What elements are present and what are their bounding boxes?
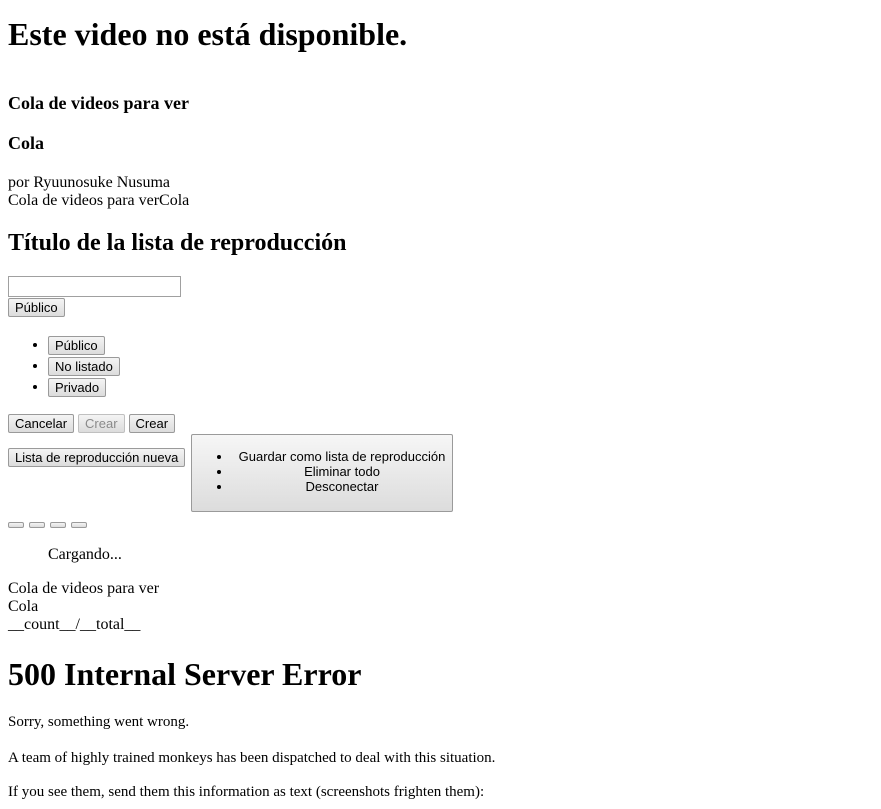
cancel-button[interactable]: Cancelar <box>8 414 75 433</box>
create-button-disabled: Crear <box>78 414 125 433</box>
privacy-options-list: Público No listado Privado <box>8 334 120 397</box>
queue-combined-label: Cola de videos para verCola <box>8 192 190 209</box>
menu-item-disconnect[interactable]: Desconectar <box>232 479 452 494</box>
privacy-option-item: Público <box>48 334 120 355</box>
queue-control-button[interactable] <box>8 522 24 528</box>
error-message-3: If you see them, send them this informat… <box>8 784 485 800</box>
create-button[interactable]: Crear <box>128 414 176 433</box>
queue-footer-title: Cola de videos para ver <box>8 580 160 597</box>
queue-counter: __count__/__total__ <box>8 616 141 633</box>
form-actions: Cancelar Crear Crear <box>8 414 176 433</box>
queue-control-button[interactable] <box>29 522 45 528</box>
loading-text: Cargando... <box>48 546 122 563</box>
queue-control-buttons <box>8 522 87 528</box>
queue-footer-subtitle: Cola <box>8 598 39 615</box>
privacy-option-item: No listado <box>48 355 120 376</box>
new-playlist-button[interactable]: Lista de reproducción nueva <box>8 448 186 467</box>
unavailable-title: Este video no está disponible. <box>8 16 408 52</box>
privacy-option-public[interactable]: Público <box>48 335 105 355</box>
queue-heading: Cola de videos para ver <box>8 93 189 113</box>
error-message-1: Sorry, something went wrong. <box>8 714 190 730</box>
error-title: 500 Internal Server Error <box>8 656 362 692</box>
queue-author: por Ryuunosuke Nusuma <box>8 174 171 191</box>
privacy-option-private[interactable]: Privado <box>48 377 107 397</box>
menu-item-save-playlist[interactable]: Guardar como lista de reproducción <box>232 449 452 464</box>
queue-control-button[interactable] <box>50 522 66 528</box>
queue-options-menu: Guardar como lista de reproducción Elimi… <box>191 434 453 512</box>
privacy-option-unlisted[interactable]: No listado <box>48 356 120 376</box>
privacy-dropdown-button[interactable]: Público <box>8 298 65 317</box>
privacy-option-item: Privado <box>48 376 120 397</box>
menu-item-delete-all[interactable]: Eliminar todo <box>232 464 452 479</box>
playlist-title-heading: Título de la lista de reproducción <box>8 230 347 256</box>
queue-control-button[interactable] <box>71 522 87 528</box>
error-message-2: A team of highly trained monkeys has bee… <box>8 750 496 766</box>
playlist-title-input[interactable] <box>8 276 181 297</box>
queue-subheading: Cola <box>8 133 44 153</box>
